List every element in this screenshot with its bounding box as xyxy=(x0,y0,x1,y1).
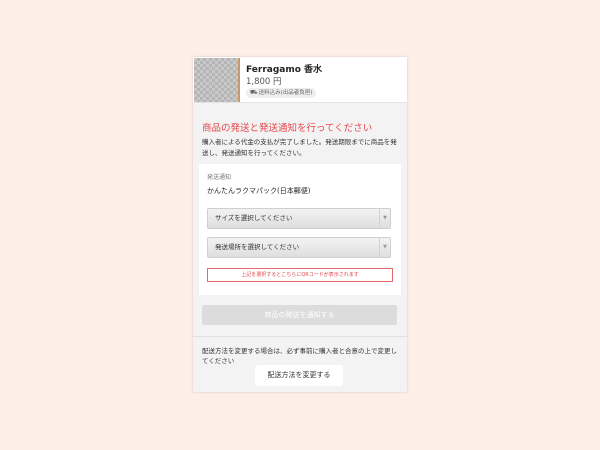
divider xyxy=(193,336,407,337)
chevron-down-icon: ▼ xyxy=(379,238,390,257)
product-name: Ferragamo 香水 xyxy=(246,65,323,75)
change-method-note: 配送方法を変更する場合は、必ず事前に購入者と合意の上で変更してください xyxy=(202,347,397,365)
page-heading: 商品の発送と発送通知を行ってください xyxy=(202,123,373,134)
panel-label: 発送通知 xyxy=(207,174,232,181)
chevron-down-icon: ▼ xyxy=(379,209,390,228)
product-summary[interactable]: Ferragamo 香水 1,800 円 ⛟送料込み(出品者負担) xyxy=(193,57,407,103)
change-method-button[interactable]: 配送方法を変更する xyxy=(255,365,343,386)
location-select[interactable]: 発送場所を選択してください ▼ xyxy=(207,237,391,258)
product-thumbnail xyxy=(194,58,240,102)
notify-shipment-button[interactable]: 商品の発送を通知する xyxy=(202,305,397,325)
size-select[interactable]: サイズを選択してください ▼ xyxy=(207,208,391,229)
shipping-method: かんたんラクマパック(日本郵便) xyxy=(207,187,311,195)
location-select-value: 発送場所を選択してください xyxy=(215,243,300,251)
truck-icon: ⛟ xyxy=(250,89,258,96)
qr-code-placeholder: 上記を選択するとこちらにQRコードが表示されます xyxy=(207,268,393,282)
shipping-fee-label: 送料込み(出品者負担) xyxy=(258,90,313,96)
product-price: 1,800 円 xyxy=(246,77,282,87)
shipping-card: Ferragamo 香水 1,800 円 ⛟送料込み(出品者負担) 商品の発送と… xyxy=(193,57,407,392)
shipping-notice-panel: 発送通知 かんたんラクマパック(日本郵便) サイズを選択してください ▼ 発送場… xyxy=(199,164,401,295)
shipping-fee-badge: ⛟送料込み(出品者負担) xyxy=(246,88,317,98)
size-select-value: サイズを選択してください xyxy=(215,214,293,222)
page-description: 購入者による代金の支払が完了しました。発送期限までに商品を発送し、発送通知を行っ… xyxy=(202,138,397,157)
